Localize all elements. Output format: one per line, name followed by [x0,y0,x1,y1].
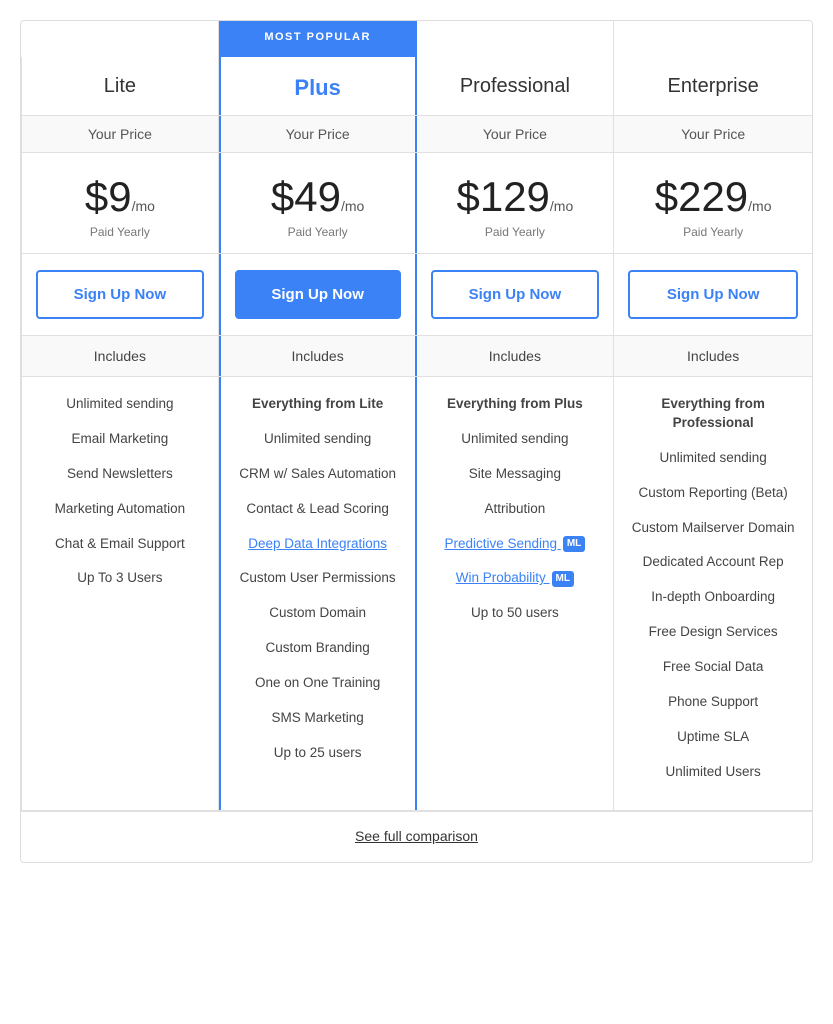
pricing-table: MOST POPULAR Lite Plus Professional Ente… [20,20,813,863]
list-item: Everything from Lite [229,387,407,422]
most-popular-banner: MOST POPULAR [219,21,417,57]
pro-banner-placeholder [417,21,615,57]
list-item: Custom Branding [229,631,407,666]
pro-signup-cell: Sign Up Now [417,254,615,335]
list-item: Chat & Email Support [30,527,210,562]
plus-price: $49/mo Paid Yearly [219,153,417,253]
pro-plan-name: Professional [417,57,615,115]
list-item: Send Newsletters [30,457,210,492]
lite-signup-cell: Sign Up Now [21,254,219,335]
list-item: SMS Marketing [229,701,407,736]
list-item: Everything from Plus [425,387,606,422]
list-item: Free Design Services [622,615,804,650]
list-item: Email Marketing [30,422,210,457]
list-item: Uptime SLA [622,720,804,755]
list-item: Up To 3 Users [30,561,210,596]
list-item: Unlimited sending [425,422,606,457]
list-item: Contact & Lead Scoring [229,492,407,527]
pro-signup-button[interactable]: Sign Up Now [431,270,600,319]
list-item: Site Messaging [425,457,606,492]
lite-features: Unlimited sending Email Marketing Send N… [21,377,219,810]
pro-includes: Includes [417,336,615,376]
predictive-sending-link[interactable]: Predictive Sending ML [425,527,606,562]
ent-signup-cell: Sign Up Now [614,254,812,335]
list-item: One on One Training [229,666,407,701]
win-probability-link[interactable]: Win Probability ML [425,561,606,596]
pro-price: $129/mo Paid Yearly [417,153,615,253]
pro-your-price: Your Price [417,116,615,152]
lite-includes: Includes [21,336,219,376]
lite-banner-placeholder [21,21,219,57]
table-footer: See full comparison [21,811,812,862]
ent-price: $229/mo Paid Yearly [614,153,812,253]
lite-your-price: Your Price [21,116,219,152]
list-item: Unlimited Users [622,755,804,790]
plus-plan-name: Plus [219,57,417,115]
list-item: Everything from Professional [622,387,804,441]
list-item: Dedicated Account Rep [622,545,804,580]
plus-includes: Includes [219,336,417,376]
list-item: CRM w/ Sales Automation [229,457,407,492]
list-item: Unlimited sending [229,422,407,457]
lite-signup-button[interactable]: Sign Up Now [36,270,204,319]
list-item: Up to 25 users [229,736,407,771]
list-item: Free Social Data [622,650,804,685]
list-item: Custom Domain [229,596,407,631]
list-item: Marketing Automation [30,492,210,527]
list-item: Attribution [425,492,606,527]
list-item: Custom Reporting (Beta) [622,476,804,511]
ent-includes: Includes [614,336,812,376]
plus-features: Everything from Lite Unlimited sending C… [219,377,417,810]
list-item: Unlimited sending [30,387,210,422]
lite-price: $9/mo Paid Yearly [21,153,219,253]
see-full-comparison-link[interactable]: See full comparison [355,828,478,844]
ent-banner-placeholder [614,21,812,57]
plus-signup-cell: Sign Up Now [219,254,417,335]
list-item: Unlimited sending [622,441,804,476]
pro-features: Everything from Plus Unlimited sending S… [417,377,615,810]
lite-plan-name: Lite [21,57,219,115]
ent-features: Everything from Professional Unlimited s… [614,377,812,810]
ent-your-price: Your Price [614,116,812,152]
plus-your-price: Your Price [219,116,417,152]
deep-data-link[interactable]: Deep Data Integrations [229,527,407,562]
ent-signup-button[interactable]: Sign Up Now [628,270,798,319]
list-item: Up to 50 users [425,596,606,631]
list-item: In-depth Onboarding [622,580,804,615]
list-item: Custom User Permissions [229,561,407,596]
plus-signup-button[interactable]: Sign Up Now [235,270,401,319]
list-item: Custom Mailserver Domain [622,511,804,546]
ent-plan-name: Enterprise [614,57,812,115]
list-item: Phone Support [622,685,804,720]
